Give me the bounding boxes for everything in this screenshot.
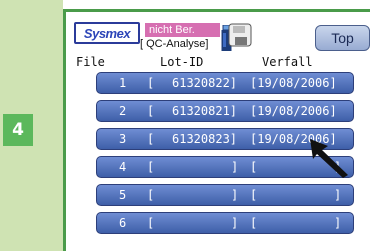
row-file: 2 xyxy=(119,104,127,118)
side-panel: 4 xyxy=(0,0,63,251)
column-header-expiry: Verfall xyxy=(262,55,313,69)
row-expiry-close: ] xyxy=(334,188,342,202)
mode-label: [ QC-Analyse] xyxy=(140,38,209,50)
column-header-file: File xyxy=(76,55,105,69)
device-screen: Sysmex nicht Ber. [ QC-Analyse] Top File… xyxy=(66,12,370,251)
floppy-disk-icon[interactable] xyxy=(228,23,252,47)
row-lot: ] xyxy=(231,160,239,174)
row-expiry: [ xyxy=(250,188,258,202)
row-file: 5 xyxy=(119,188,127,202)
row-lot: 61320823] xyxy=(172,132,238,146)
row-lot: ] xyxy=(231,216,239,230)
lot-row-5[interactable]: 5 [ ] [ ] xyxy=(96,184,354,206)
mouse-pointer-icon xyxy=(310,139,348,178)
status-label: nicht Ber. xyxy=(145,23,220,37)
row-file: 3 xyxy=(119,132,127,146)
lot-row-6[interactable]: 6 [ ] [ ] xyxy=(96,212,354,234)
lot-row-1[interactable]: 1 [ 61320822] [19/08/2006] xyxy=(96,72,354,94)
row-lot-open: [ xyxy=(147,104,155,118)
row-expiry: [19/08/2006] xyxy=(250,76,337,90)
step-badge: 4 xyxy=(3,114,33,146)
row-lot-open: [ xyxy=(147,76,155,90)
column-header-lot: Lot-ID xyxy=(160,55,204,69)
row-file: 1 xyxy=(119,76,127,90)
row-lot-open: [ xyxy=(147,132,155,146)
row-expiry: [ xyxy=(250,216,258,230)
row-lot: ] xyxy=(231,188,239,202)
lot-row-2[interactable]: 2 [ 61320821] [19/08/2006] xyxy=(96,100,354,122)
row-expiry: [19/08/2006] xyxy=(250,104,337,118)
row-lot: 61320822] xyxy=(172,76,238,90)
row-lot: 61320821] xyxy=(172,104,238,118)
row-expiry-close: ] xyxy=(334,216,342,230)
sysmex-logo: Sysmex xyxy=(74,22,140,44)
row-file: 4 xyxy=(119,160,127,174)
row-file: 6 xyxy=(119,216,127,230)
row-lot-open: [ xyxy=(147,188,155,202)
row-lot-open: [ xyxy=(147,216,155,230)
top-button[interactable]: Top xyxy=(315,25,370,51)
row-expiry: [ xyxy=(250,160,258,174)
row-lot-open: [ xyxy=(147,160,155,174)
